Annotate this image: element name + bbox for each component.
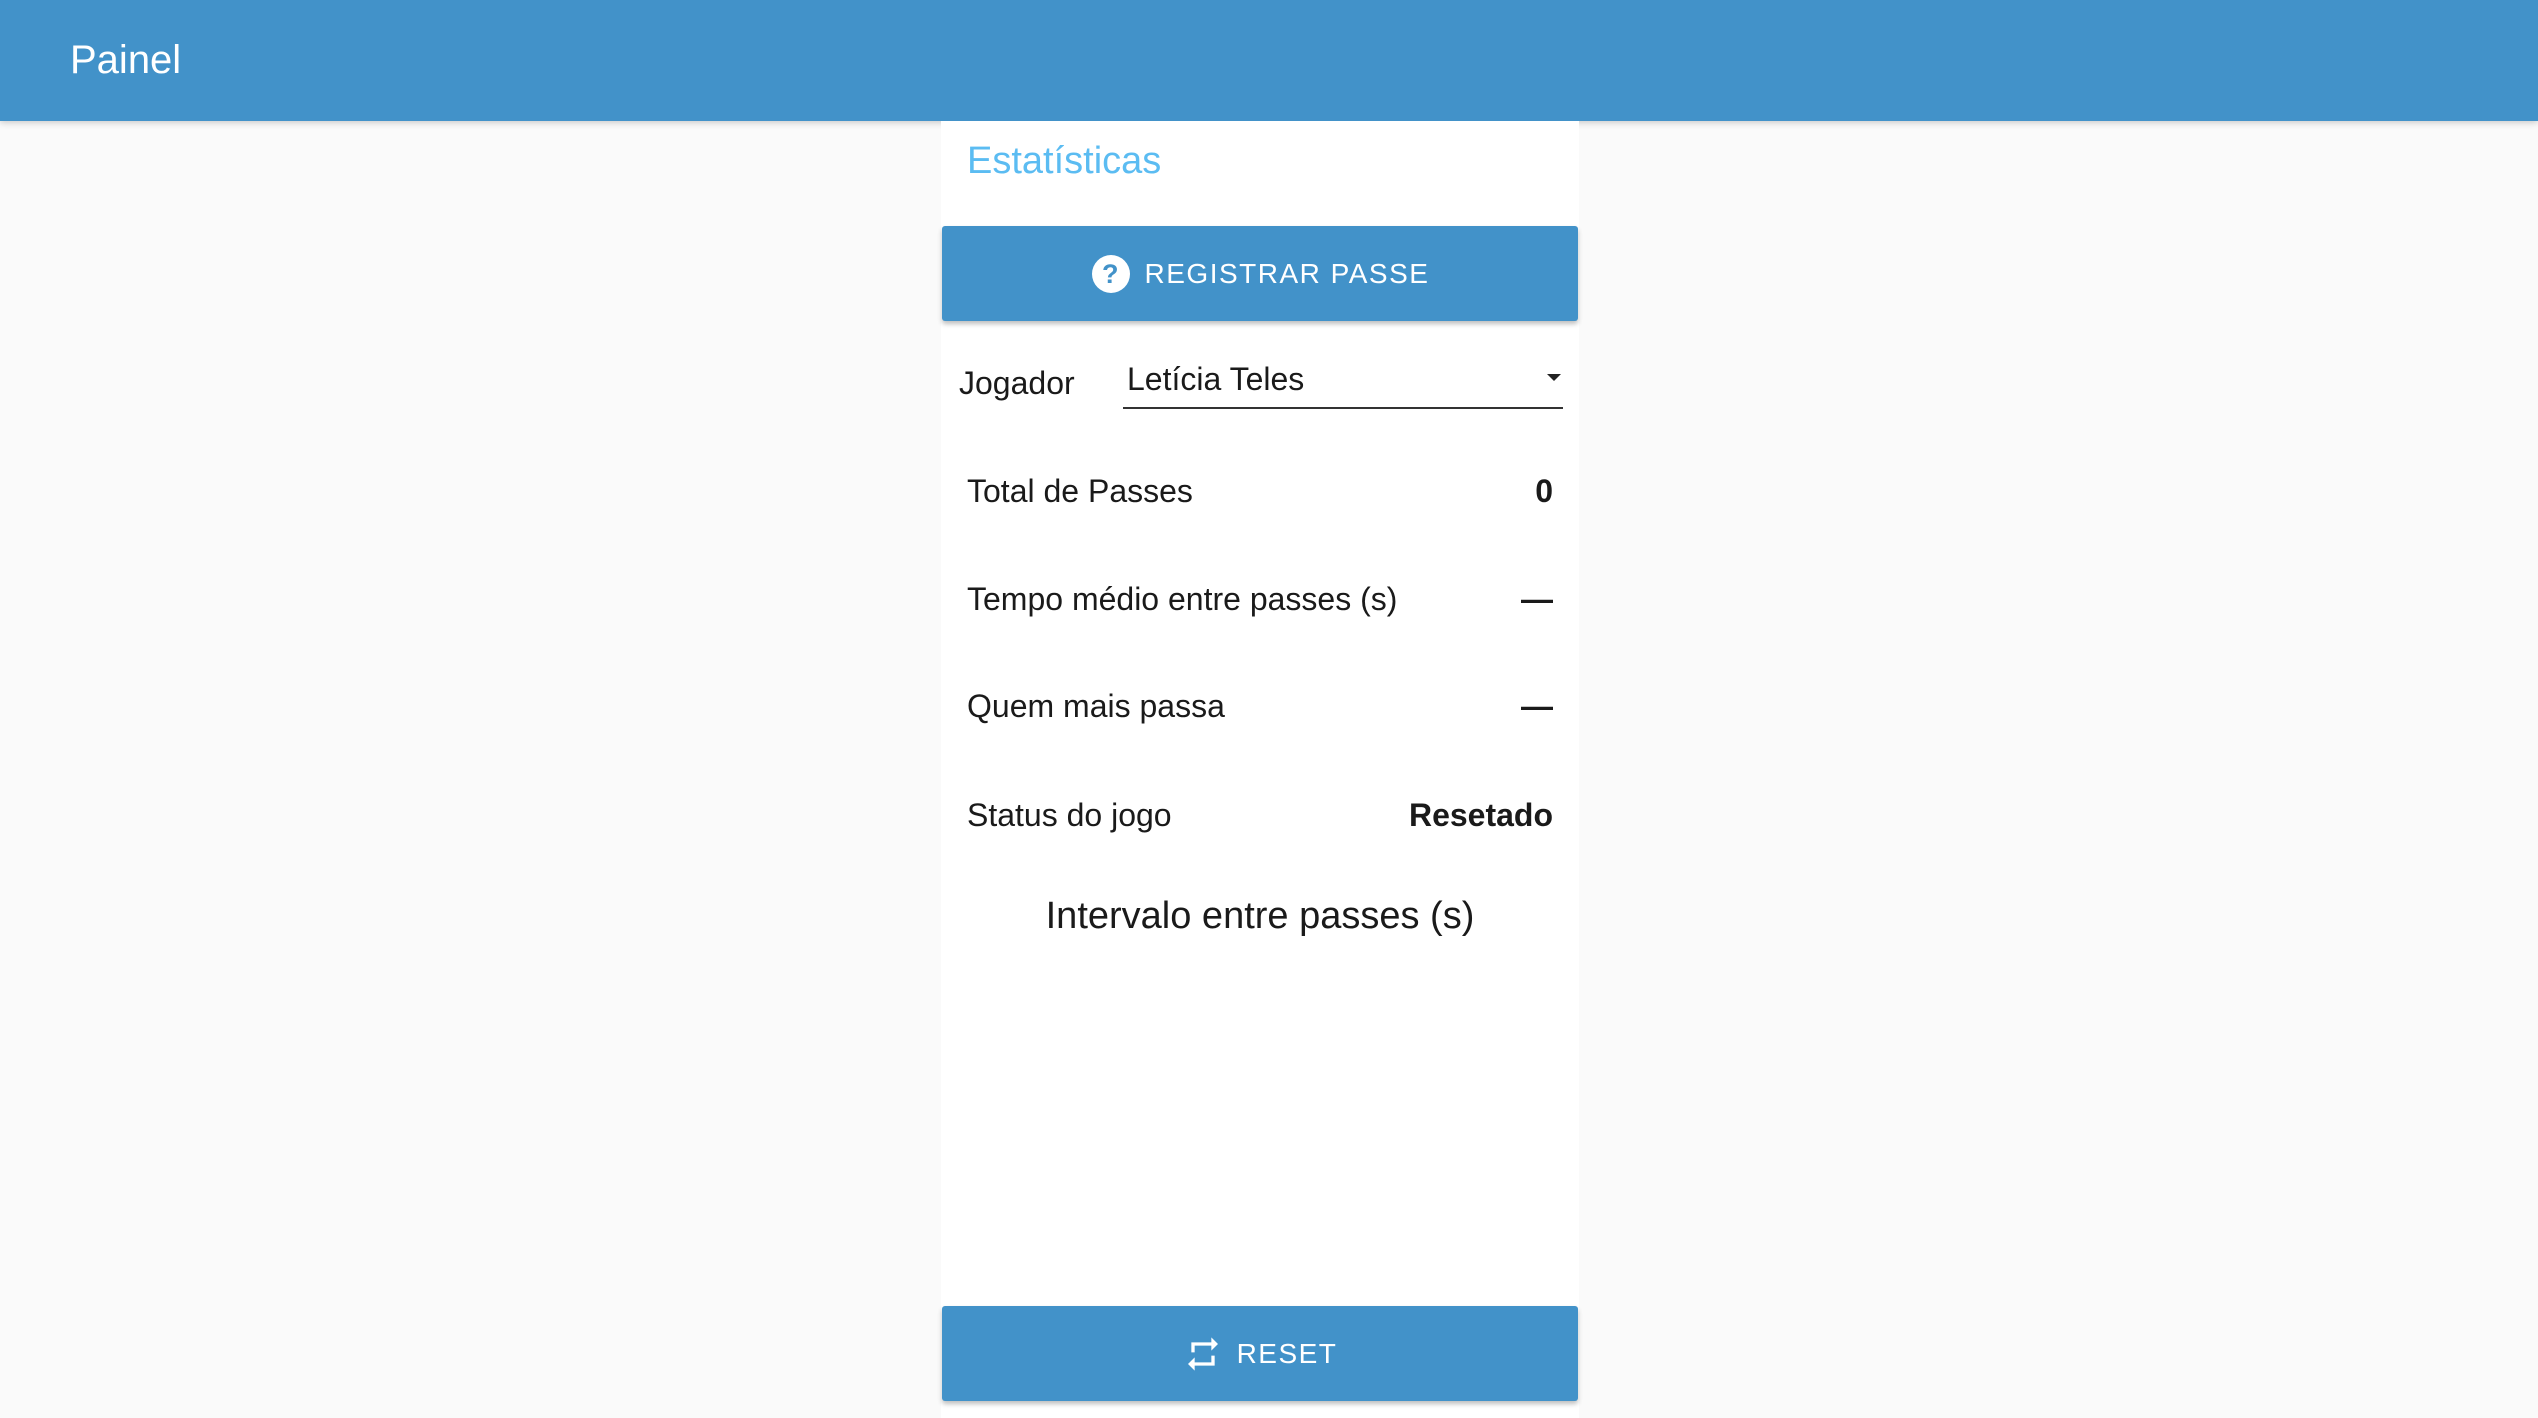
register-pass-label: REGISTRAR PASSE: [1144, 257, 1430, 289]
stat-value: —: [1521, 580, 1553, 617]
reset-button[interactable]: RESET: [942, 1306, 1578, 1401]
stat-value: 0: [1535, 472, 1553, 509]
app-title: Painel: [70, 38, 182, 82]
stat-label: Tempo médio entre passes (s): [967, 580, 1398, 617]
app-bar: Painel: [0, 0, 2538, 121]
section-title: Estatísticas: [967, 140, 1162, 182]
chart-area: [967, 961, 1553, 1281]
stats-panel: Estatísticas ? REGISTRAR PASSE Jogador L…: [941, 121, 1579, 1418]
reset-label: RESET: [1236, 1337, 1338, 1369]
chart-title: Intervalo entre passes (s): [1045, 895, 1475, 937]
stat-label: Status do jogo: [967, 796, 1172, 833]
stat-row-total-passes: Total de Passes 0: [967, 466, 1553, 516]
help-circle-icon: ?: [1091, 254, 1131, 294]
stat-value: —: [1521, 687, 1553, 724]
repeat-icon: [1183, 1334, 1223, 1374]
stat-label: Total de Passes: [967, 472, 1193, 509]
stat-label: Quem mais passa: [967, 687, 1225, 724]
stat-row-game-status: Status do jogo Resetado: [967, 790, 1553, 840]
stat-row-average-time: Tempo médio entre passes (s) —: [967, 574, 1553, 624]
stat-value: Resetado: [1408, 796, 1553, 833]
svg-text:?: ?: [1102, 259, 1120, 289]
player-select-value: Letícia Teles: [1127, 361, 1305, 397]
player-select[interactable]: Letícia Teles: [1123, 357, 1563, 409]
stat-row-top-passer: Quem mais passa —: [967, 681, 1553, 731]
player-label: Jogador: [959, 365, 1075, 401]
register-pass-button[interactable]: ? REGISTRAR PASSE: [942, 226, 1578, 321]
chevron-down-icon: [1547, 374, 1561, 381]
